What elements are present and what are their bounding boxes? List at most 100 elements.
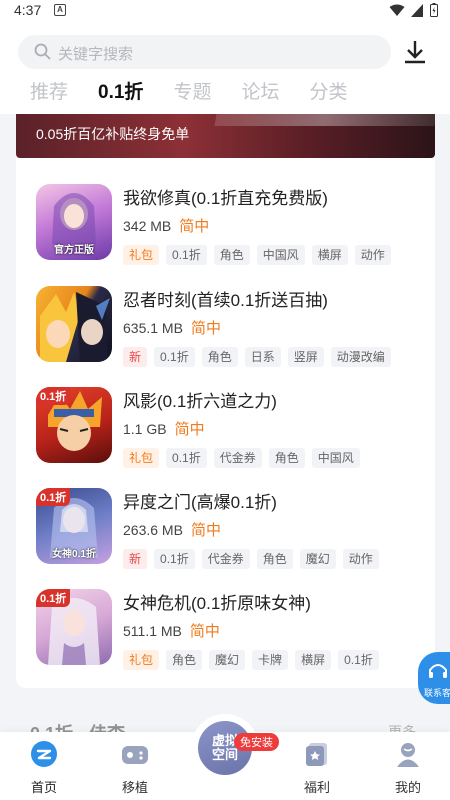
game-icon[interactable]: 0.1折: [36, 589, 112, 665]
game-tags: 新 0.1折 代金券 角色 魔幻 动作: [123, 549, 379, 569]
install-free-badge: 免安装: [234, 733, 279, 751]
tag: 新: [123, 347, 148, 367]
top-header: 关键字搜索 推荐 0.1折 专题 论坛 分类: [0, 22, 450, 114]
game-size: 635.1 MB: [123, 319, 183, 336]
character-art-icon: [40, 292, 110, 362]
game-tags: 礼包 0.1折 代金券 角色 中国风: [123, 448, 360, 468]
list-item[interactable]: 0.1折 女神0.1折 异度之门(高爆0.1折) 263.6 MB 简中 新 0…: [16, 479, 435, 579]
battery-icon: [430, 3, 438, 17]
tag: 魔幻: [209, 650, 246, 670]
tab-topics[interactable]: 专题: [173, 80, 211, 106]
gift-card-icon: [306, 743, 327, 766]
game-title[interactable]: 女神危机(0.1折原味女神): [123, 589, 311, 614]
tag: 礼包: [123, 448, 160, 468]
notification-a-icon: A: [54, 4, 66, 16]
game-icon[interactable]: 0.1折: [36, 387, 112, 463]
tab-discount[interactable]: 0.1折: [98, 80, 143, 106]
discount-badge: 0.1折: [36, 488, 71, 506]
tag: 魔幻: [299, 549, 336, 569]
headset-icon: [429, 664, 447, 678]
tab-recommend[interactable]: 推荐: [30, 80, 68, 106]
status-time: 4:37: [14, 2, 42, 18]
discount-badge: 0.1折: [36, 589, 71, 607]
tag: 角色: [268, 448, 305, 468]
game-size: 1.1 GB: [123, 420, 167, 437]
tag: 代金券: [201, 549, 250, 569]
list-item[interactable]: 忍者时刻(首续0.1折送百抽) 635.1 MB 简中 新 0.1折 角色 日系…: [16, 277, 435, 377]
icon-caption: 女神0.1折: [52, 549, 96, 560]
tag: 中国风: [311, 448, 360, 468]
icon-caption: 官方正版: [54, 245, 94, 256]
nav-label: 福利: [303, 780, 330, 795]
status-bar: 4:37 A: [0, 0, 450, 22]
game-meta: 511.1 MB 简中: [123, 620, 220, 641]
customer-service-label: 联系客服: [424, 688, 450, 698]
game-icon[interactable]: 官方正版: [36, 184, 112, 260]
game-list: 官方正版 我欲修真(0.1折直充免费版) 342 MB 简中 礼包 0.1折 角…: [16, 158, 435, 688]
tag: 横屏: [311, 245, 348, 265]
customer-service-button[interactable]: 联系客服: [418, 652, 450, 704]
tag: 礼包: [123, 245, 160, 265]
game-tags: 礼包 0.1折 角色 中国风 横屏 动作: [123, 245, 391, 265]
game-icon[interactable]: 0.1折 女神0.1折: [36, 488, 112, 564]
tag: 动作: [354, 245, 391, 265]
profile-icon: [397, 743, 419, 767]
game-icon[interactable]: [36, 286, 112, 362]
status-icons: [389, 3, 438, 17]
game-size: 511.1 MB: [123, 622, 182, 639]
game-language: 简中: [189, 623, 220, 640]
search-icon: [34, 43, 51, 60]
tag: 日系: [244, 347, 281, 367]
game-meta: 1.1 GB 简中: [123, 418, 205, 439]
tag: 横屏: [295, 650, 332, 670]
nav-label: 移植: [121, 780, 148, 795]
discount-badge: 0.1折: [36, 387, 71, 405]
game-title[interactable]: 风影(0.1折六道之力): [123, 387, 277, 412]
list-item[interactable]: 0.1折 女神危机(0.1折原味女神) 511.1 MB 简中 礼包 角色 魔幻…: [16, 580, 435, 680]
game-size: 342 MB: [123, 217, 172, 234]
nav-welfare[interactable]: 福利: [282, 740, 352, 796]
download-icon[interactable]: [403, 39, 427, 65]
category-tabs: 推荐 0.1折 专题 论坛 分类: [30, 80, 377, 106]
search-bar[interactable]: 关键字搜索: [18, 35, 391, 69]
list-item[interactable]: 官方正版 我欲修真(0.1折直充免费版) 342 MB 简中 礼包 0.1折 角…: [16, 175, 435, 275]
tag: 0.1折: [166, 448, 207, 468]
nav-profile[interactable]: 我的: [373, 740, 443, 796]
tab-forum[interactable]: 论坛: [241, 80, 279, 106]
game-language: 简中: [190, 522, 221, 539]
game-language: 简中: [174, 421, 205, 438]
tag: 角色: [166, 650, 203, 670]
wifi-icon: [389, 4, 405, 16]
promo-banner[interactable]: 0.05折百亿补贴终身免单: [16, 114, 435, 158]
home-icon: [31, 741, 57, 767]
game-title[interactable]: 异度之门(高爆0.1折): [123, 488, 277, 513]
banner-text: 0.05折百亿补贴终身免单: [36, 126, 190, 142]
tag: 0.1折: [166, 245, 207, 265]
tag: 中国风: [256, 245, 305, 265]
tag: 新: [123, 549, 148, 569]
tab-category[interactable]: 分类: [309, 80, 347, 106]
game-title[interactable]: 我欲修真(0.1折直充免费版): [123, 184, 328, 209]
tag: 代金券: [213, 448, 262, 468]
game-tags: 礼包 角色 魔幻 卡牌 横屏 0.1折: [123, 650, 379, 670]
game-meta: 635.1 MB 简中: [123, 317, 221, 338]
game-size: 263.6 MB: [123, 521, 183, 538]
search-input[interactable]: 关键字搜索: [58, 43, 133, 64]
nav-label: 我的: [394, 780, 421, 795]
tag: 礼包: [123, 650, 160, 670]
game-title[interactable]: 忍者时刻(首续0.1折送百抽): [123, 286, 328, 311]
list-item[interactable]: 0.1折 风影(0.1折六道之力) 1.1 GB 简中 礼包 0.1折 代金券 …: [16, 378, 435, 478]
tag: 动漫改编: [330, 347, 391, 367]
game-meta: 342 MB 简中: [123, 215, 209, 236]
tag: 0.1折: [338, 650, 379, 670]
tag: 角色: [256, 549, 293, 569]
gamepad-icon: [122, 746, 148, 764]
nav-home[interactable]: 首页: [9, 740, 79, 796]
game-meta: 263.6 MB 简中: [123, 519, 221, 540]
game-language: 简中: [190, 320, 221, 337]
nav-label: 首页: [30, 780, 57, 795]
nav-port[interactable]: 移植: [100, 740, 170, 796]
tag: 0.1折: [154, 347, 195, 367]
tag: 动作: [342, 549, 379, 569]
tag: 竖屏: [287, 347, 324, 367]
